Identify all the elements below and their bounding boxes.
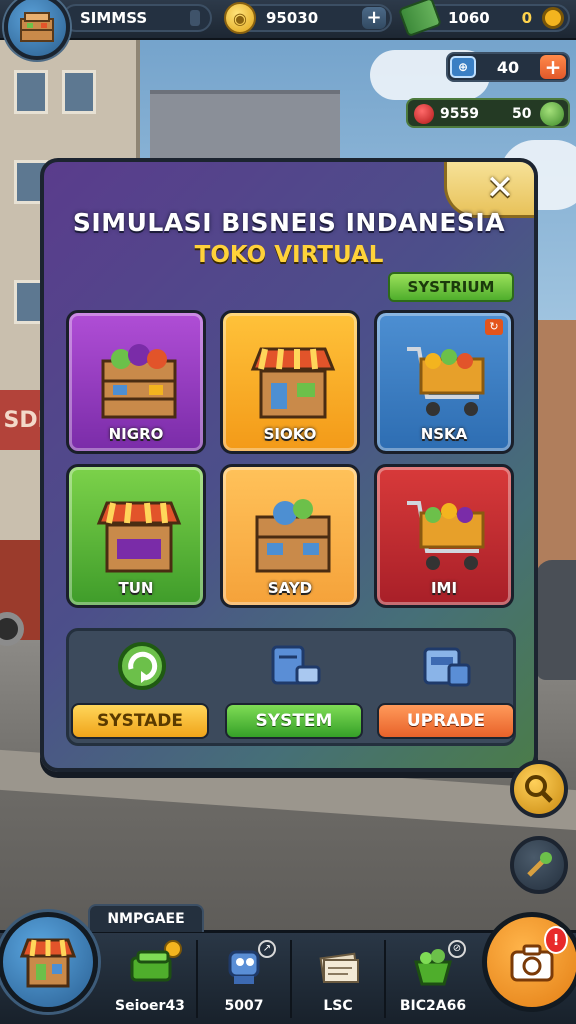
produce-basket-icon [414, 949, 452, 986]
produce-crate-icon [255, 499, 331, 573]
bottom-item-seioer43[interactable]: Seioer43 [104, 940, 198, 1018]
system-button[interactable]: SYSTEM [225, 703, 363, 739]
bottom-item-label: 5007 [224, 998, 264, 1014]
actions-box: SYSTADE SYSTEM UPRADE [66, 628, 516, 746]
player-name: SIMMSS [80, 9, 148, 27]
tile-label: IMI [430, 579, 458, 597]
add-level-button[interactable]: + [540, 55, 566, 79]
store-tile-nigro[interactable]: NIGRO [66, 310, 206, 454]
bottom-item-label: Seioer43 [115, 998, 185, 1014]
papers-icon [319, 952, 359, 983]
shopping-cart-icon [407, 501, 485, 570]
bottom-item-label: LSC [323, 998, 353, 1014]
level-value: 40 [496, 57, 520, 77]
systrium-button[interactable]: SYSTRIUM [388, 272, 514, 302]
upgrade-button[interactable]: UPRADE [377, 703, 515, 739]
close-button[interactable]: ✕ [482, 170, 518, 206]
heart-icon [414, 104, 434, 124]
tile-label: NSKA [420, 425, 468, 443]
level-pill: ⊕ 40 + [446, 52, 570, 82]
cash-value: 1060 [448, 9, 490, 27]
market-stall-icon [96, 501, 182, 573]
tile-label: NIGRO [108, 425, 164, 443]
search-button[interactable] [510, 760, 568, 818]
tool-button[interactable] [510, 836, 568, 894]
player-name-pill: SIMMSS [62, 4, 212, 32]
store-panel: ✕ SIMULASI BISNEIS INDANESIA TOKO VIRTUA… [40, 158, 538, 772]
panel-title: SIMULASI BISNEIS INDANESIA [72, 208, 506, 237]
produce-crate-icon [101, 344, 177, 419]
add-coins-button[interactable]: + [362, 7, 386, 29]
store-tile-nska[interactable]: ↻ NSKA [374, 310, 514, 454]
shopping-cart-icon [407, 347, 485, 416]
robot-icon [228, 950, 260, 984]
resource-1-value: 9559 [440, 106, 479, 122]
coins-pill: ◉ 95030 + [224, 2, 392, 34]
tile-label: SAYD [267, 579, 313, 597]
level-icon: ⊕ [450, 56, 476, 78]
wrench-icon [527, 852, 552, 877]
market-stall-icon [19, 938, 77, 988]
leaf-icon[interactable] [540, 102, 564, 126]
car [536, 560, 576, 680]
refresh-icon [118, 642, 166, 690]
tile-label: SIOKO [263, 425, 317, 443]
shop-button[interactable] [0, 912, 98, 1012]
gold-ring-icon[interactable] [542, 7, 564, 29]
store-tile-imi[interactable]: IMI [374, 464, 514, 608]
bottom-tab-label[interactable]: NMPGAEE [88, 904, 204, 932]
store-tile-tun[interactable]: TUN [66, 464, 206, 608]
shop-crate-icon [20, 12, 54, 42]
cash-extra-value: 0 [521, 9, 532, 27]
notification-badge: ! [544, 926, 568, 954]
coin-icon: ◉ [224, 2, 256, 34]
cash-pill: 1060 0 [397, 0, 570, 38]
bottom-item-label: BIC2A66 [399, 998, 467, 1014]
box-icon [423, 647, 471, 687]
cash-stack-icon [130, 950, 172, 982]
bottom-item-lsc[interactable]: LSC [292, 940, 386, 1018]
resource-2-value: 50 [512, 106, 532, 122]
bottom-item-bic2a66[interactable]: ⊘ BIC2A66 [386, 940, 480, 1018]
store-tile-sioko[interactable]: SIOKO [220, 310, 360, 454]
systade-button[interactable]: SYSTADE [71, 703, 209, 739]
market-stall-icon [250, 347, 336, 419]
resources-pill: 9559 50 [406, 98, 570, 128]
panel-subtitle: TOKO VIRTUAL [194, 242, 384, 268]
server-icon [271, 645, 321, 685]
coins-value: 95030 [266, 9, 319, 27]
tile-label: TUN [118, 579, 154, 597]
store-tile-sayd[interactable]: SAYD [220, 464, 360, 608]
bottom-item-5007[interactable]: ↗ 5007 [198, 940, 292, 1018]
search-icon [525, 775, 553, 803]
divider [190, 10, 200, 26]
